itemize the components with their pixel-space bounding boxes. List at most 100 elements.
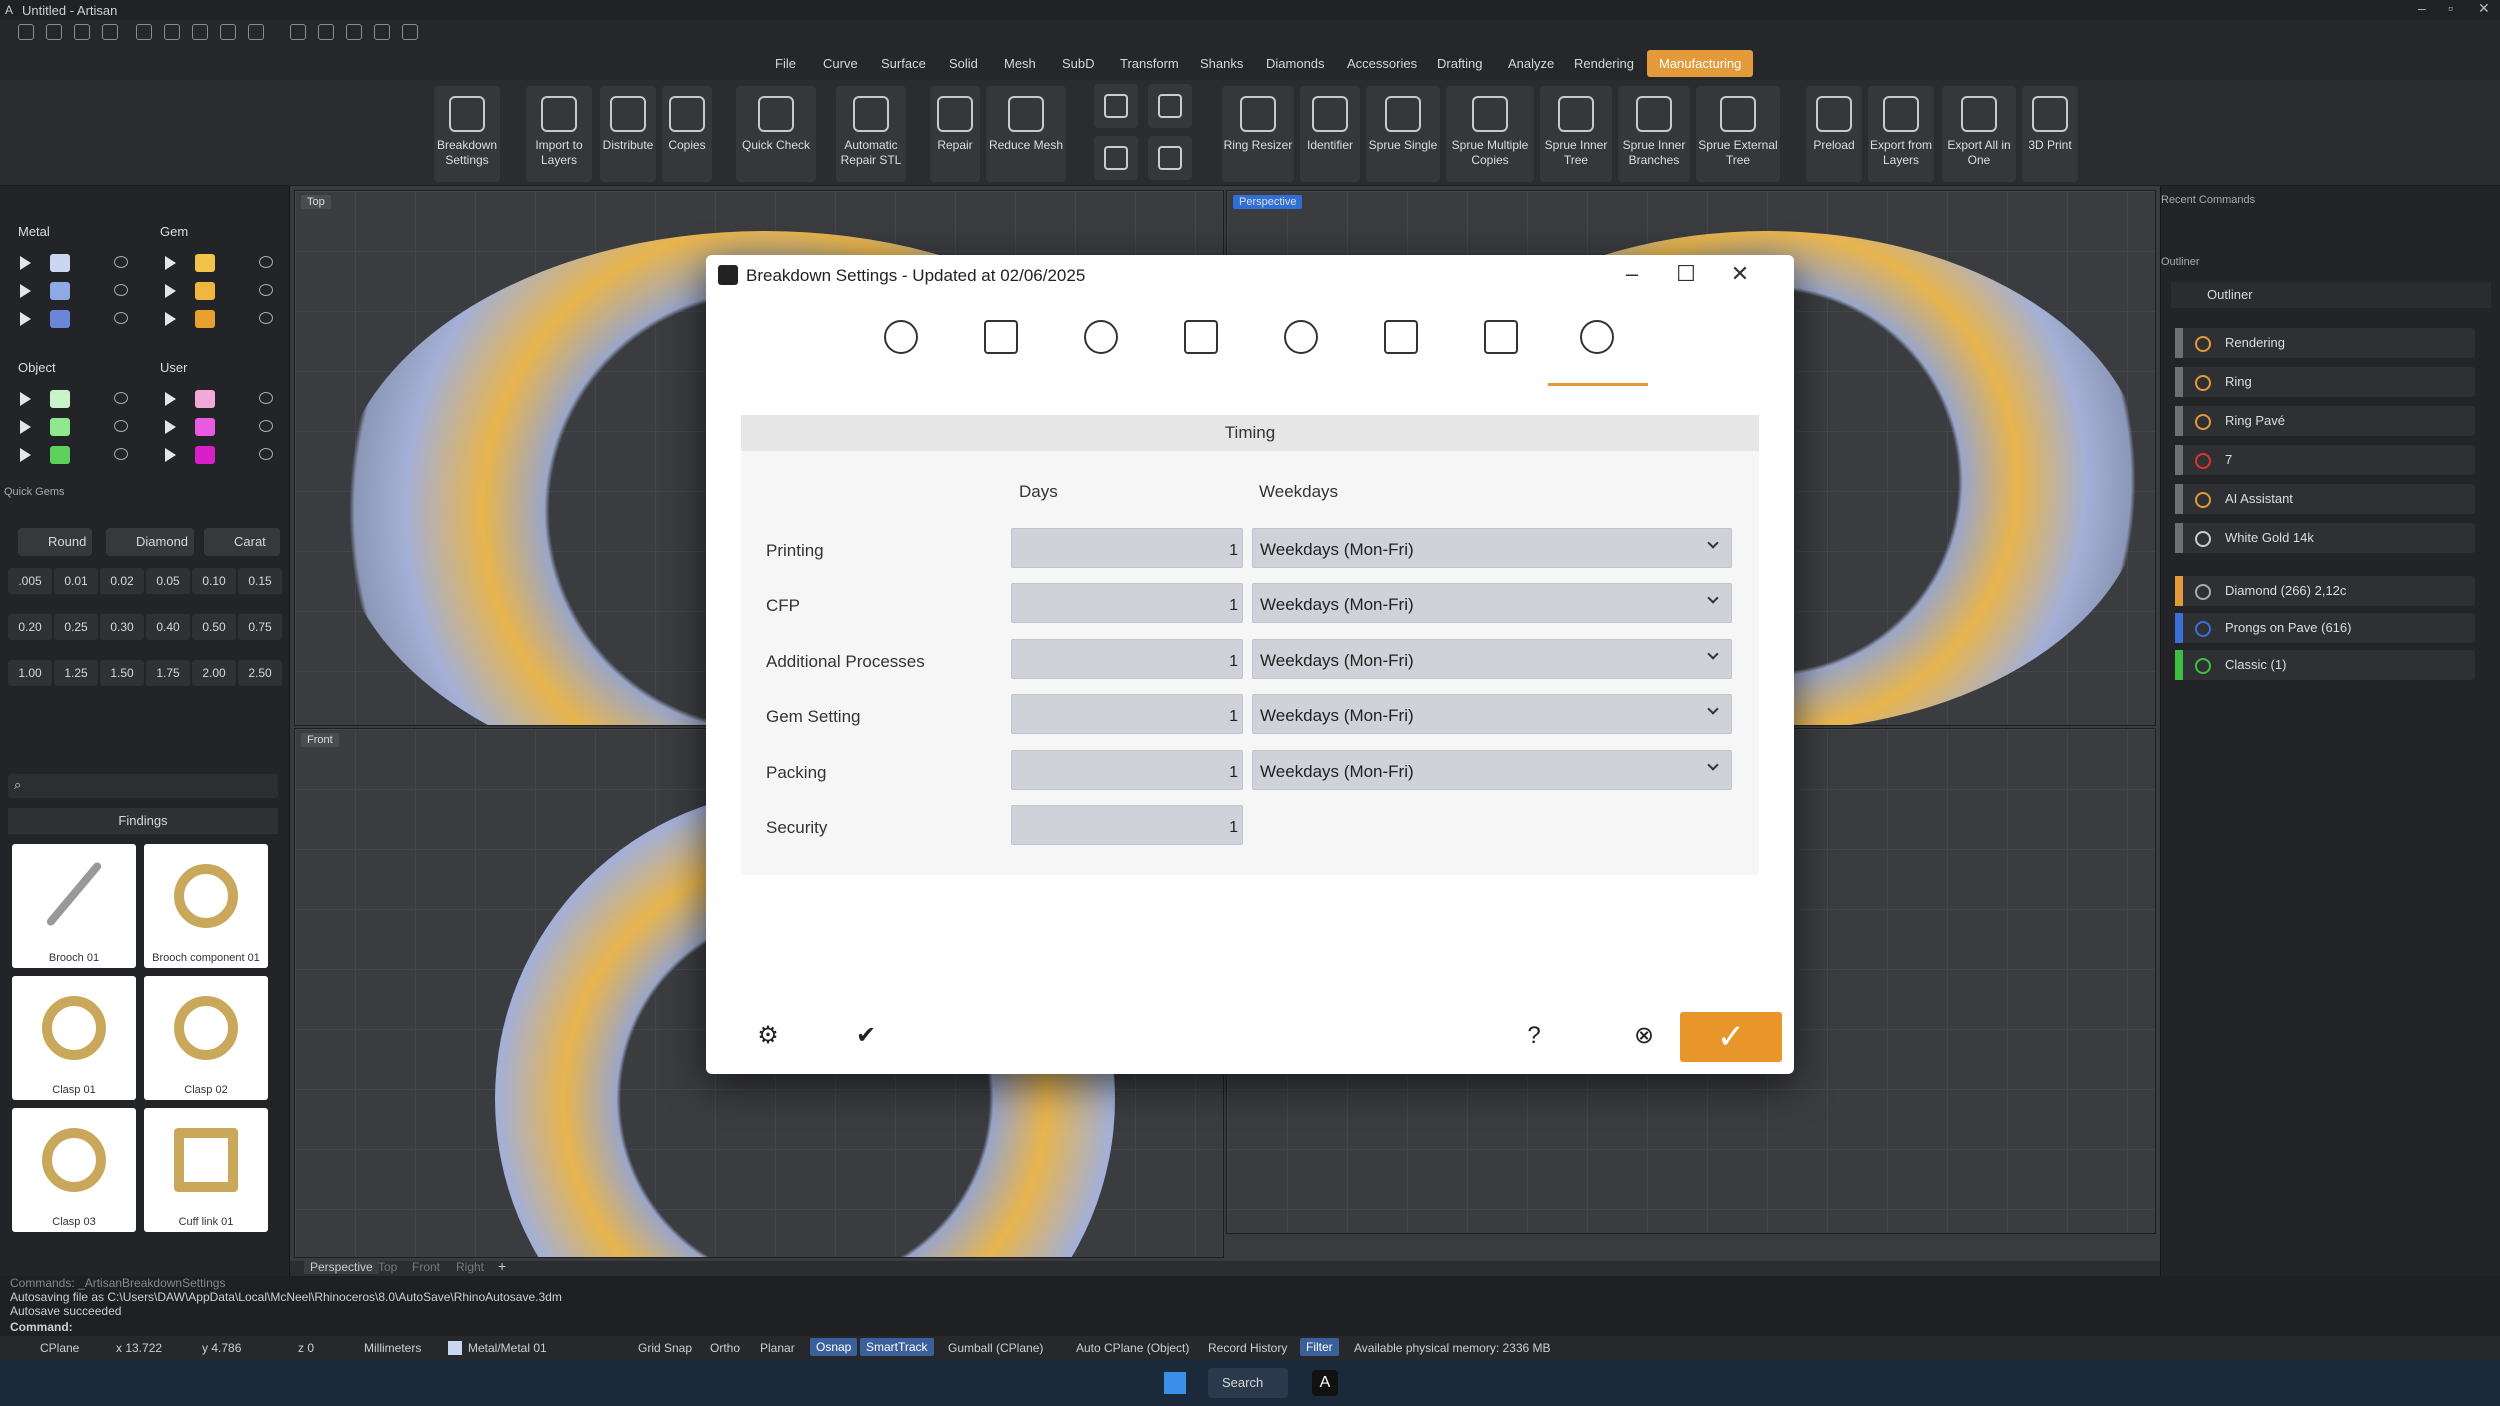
play-icon[interactable] [20,448,31,462]
layer-color-swatch[interactable] [195,418,215,436]
play-icon[interactable] [165,256,176,270]
days-input-printing[interactable]: 1 [1011,528,1243,568]
layer-color-swatch[interactable] [50,418,70,436]
sprue-single-button[interactable]: Sprue Single [1366,86,1440,182]
tab-info-icon[interactable] [884,320,918,354]
status-layer[interactable]: Metal/Metal 01 [468,1341,547,1355]
days-input-gem-setting[interactable]: 1 [1011,694,1243,734]
days-input-cfp[interactable]: 1 [1011,583,1243,623]
menu-curve[interactable]: Curve [823,56,858,71]
play-icon[interactable] [165,420,176,434]
close-icon[interactable]: ✕ [2478,0,2490,17]
small-tool-button[interactable] [1094,136,1138,180]
layer-color-swatch[interactable] [50,390,70,408]
tool-icon[interactable] [346,24,362,40]
weekdays-select-packing[interactable]: Weekdays (Mon-Fri) [1252,750,1732,790]
eye-icon[interactable] [259,256,273,268]
unit-carat-button[interactable]: Carat [204,528,280,556]
menu-subd[interactable]: SubD [1062,56,1095,71]
play-icon[interactable] [165,284,176,298]
eye-icon[interactable] [259,448,273,460]
windows-start-icon[interactable] [1164,1372,1186,1394]
play-icon[interactable] [20,284,31,298]
tab-metal-icon[interactable] [984,320,1018,354]
days-input-packing[interactable]: 1 [1011,750,1243,790]
gem-size-button[interactable]: 0.01 [54,568,98,594]
eye-icon[interactable] [114,392,128,404]
layer-color-swatch[interactable] [50,254,70,272]
eye-icon[interactable] [259,284,273,296]
status-planar[interactable]: Planar [760,1341,795,1355]
preload-button[interactable]: Preload [1806,86,1862,182]
findings-search-input[interactable]: ⌕ [8,774,278,798]
copies-button[interactable]: Copies [662,86,712,182]
menu-shanks[interactable]: Shanks [1200,56,1243,71]
finding-item[interactable]: Cuff link 01 [144,1108,268,1232]
import-to-layers-button[interactable]: Import to Layers [526,86,592,182]
menu-transform[interactable]: Transform [1120,56,1179,71]
eye-icon[interactable] [114,420,128,432]
layer-row[interactable] [0,386,135,412]
tab-sprue-icon[interactable] [1184,320,1218,354]
outliner-object-diamond[interactable]: Diamond (266) 2,12c [2175,576,2475,606]
days-input-security[interactable]: 1 [1011,805,1243,845]
menu-accessories[interactable]: Accessories [1347,56,1417,71]
layer-color-swatch[interactable] [195,310,215,328]
layer-color-swatch[interactable] [50,282,70,300]
save-icon[interactable] [192,24,208,40]
outliner-object-prongs[interactable]: Prongs on Pave (616) [2175,613,2475,643]
gem-size-button[interactable]: 0.40 [146,614,190,640]
close-icon[interactable]: ✕ [1720,261,1760,289]
gem-size-button[interactable]: 0.15 [238,568,282,594]
layer-row[interactable] [145,250,280,276]
gem-size-button[interactable]: 1.00 [8,660,52,686]
layer-color-swatch[interactable] [195,254,215,272]
gem-size-button[interactable]: 0.02 [100,568,144,594]
layer-row[interactable] [0,278,135,304]
outliner-item-ring-pave[interactable]: Ring Pavé [2175,406,2475,436]
tab-timing-icon[interactable] [1580,320,1614,354]
viewport-tab-right[interactable]: Right [456,1260,484,1274]
cancel-icon[interactable]: ⊗ [1620,1012,1668,1060]
export-from-layers-button[interactable]: Export from Layers [1868,86,1934,182]
status-gumball[interactable]: Gumball (CPlane) [948,1341,1043,1355]
viewport-tab-front[interactable]: Front [412,1260,440,1274]
layer-color-swatch[interactable] [50,310,70,328]
add-viewport-icon[interactable]: + [498,1258,506,1274]
small-tool-button[interactable] [1148,84,1192,128]
weekdays-select-printing[interactable]: Weekdays (Mon-Fri) [1252,528,1732,568]
finding-item[interactable]: Clasp 01 [12,976,136,1100]
eye-icon[interactable] [259,312,273,324]
play-icon[interactable] [165,312,176,326]
small-tool-button[interactable] [1148,136,1192,180]
layer-color-swatch[interactable] [195,282,215,300]
layer-row[interactable] [0,250,135,276]
tab-process-icon[interactable] [1384,320,1418,354]
viewport-tab-perspective[interactable]: Perspective [304,1260,379,1274]
weekdays-select-cfp[interactable]: Weekdays (Mon-Fri) [1252,583,1732,623]
stone-diamond-button[interactable]: Diamond [106,528,194,556]
layer-row[interactable] [145,306,280,332]
gem-size-button[interactable]: .005 [8,568,52,594]
menu-drafting[interactable]: Drafting [1437,56,1483,71]
play-icon[interactable] [20,392,31,406]
minimize-icon[interactable]: – [2418,0,2426,16]
tool-icon[interactable] [374,24,390,40]
play-icon[interactable] [20,256,31,270]
taskbar-search[interactable]: Search [1208,1368,1288,1398]
layer-row[interactable] [0,442,135,468]
finding-item[interactable]: Brooch 01 [12,844,136,968]
status-cplane[interactable]: CPlane [40,1341,79,1355]
gem-size-button[interactable]: 2.50 [238,660,282,686]
menu-solid[interactable]: Solid [949,56,978,71]
tool-icon[interactable] [318,24,334,40]
print-icon[interactable] [248,24,264,40]
eye-icon[interactable] [114,256,128,268]
findings-header[interactable]: Findings [8,808,278,834]
save-as-icon[interactable] [220,24,236,40]
tab-gem-icon[interactable] [1084,320,1118,354]
layer-row[interactable] [145,278,280,304]
days-input-additional-processes[interactable]: 1 [1011,639,1243,679]
outliner-item-material[interactable]: White Gold 14k [2175,523,2475,553]
layer-color-swatch[interactable] [50,446,70,464]
